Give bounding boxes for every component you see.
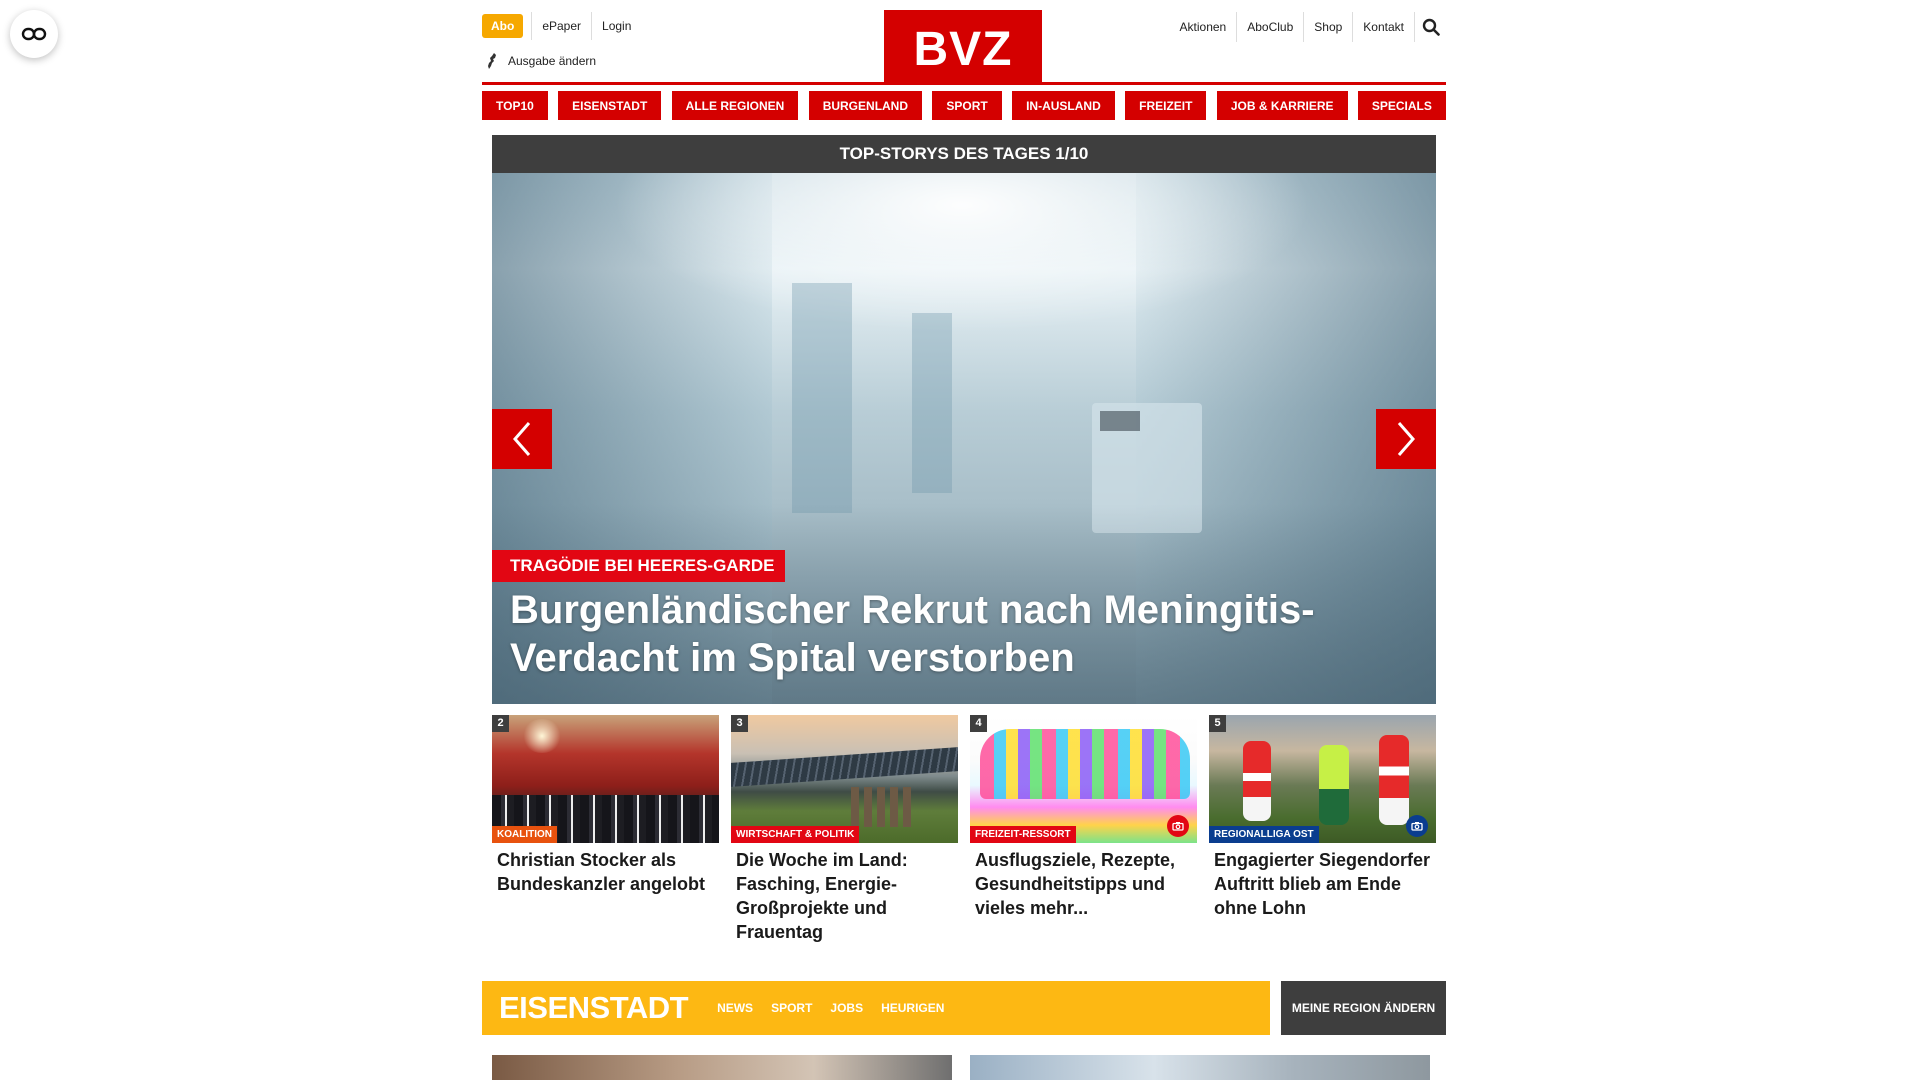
camera-icon — [1172, 822, 1184, 831]
chevron-right-icon — [1397, 422, 1415, 456]
region-section-header: EISENSTADT NEWS SPORT JOBS HEURIGEN — [482, 981, 1270, 1035]
teaser-headline[interactable]: Christian Stocker als Bundeskanzler ange… — [492, 843, 719, 896]
teaser-image-people — [851, 787, 911, 827]
utility-nav-right: Aktionen AboClub Shop Kontakt — [1170, 12, 1446, 42]
edition-change-link[interactable]: Ausgabe ändern — [486, 52, 596, 70]
region-title[interactable]: EISENSTADT — [482, 990, 708, 1026]
teaser-image[interactable]: 3 WIRTSCHAFT & POLITIK — [731, 715, 958, 843]
epaper-link[interactable]: ePaper — [531, 12, 591, 40]
camera-icon — [1411, 822, 1423, 831]
hero-image-ceiling-light — [612, 173, 1312, 333]
shop-link[interactable]: Shop — [1303, 12, 1352, 42]
teaser-rank: 3 — [731, 715, 748, 732]
teaser-image[interactable]: 5 REGIONALLIGA OST — [1209, 715, 1436, 843]
nav-item-job-karriere[interactable]: JOB & KARRIERE — [1216, 91, 1348, 120]
story-teaser[interactable]: 3 WIRTSCHAFT & POLITIK Die Woche im Land… — [731, 715, 958, 944]
search-button[interactable] — [1414, 12, 1446, 42]
teaser-image-player — [1319, 745, 1349, 825]
accessibility-icon — [21, 27, 47, 41]
gallery-badge — [1167, 815, 1189, 837]
story-teaser[interactable]: 5 REGIONALLIGA OST Engagierter Siegendor… — [1209, 715, 1436, 944]
teaser-image[interactable]: 2 KOALITION — [492, 715, 719, 843]
kontakt-link[interactable]: Kontakt — [1352, 12, 1414, 42]
gallery-badge — [1406, 815, 1428, 837]
story-teaser-row: 2 KOALITION Christian Stocker als Bundes… — [492, 715, 1436, 944]
hero-image-door — [912, 313, 952, 493]
teaser-kicker: WIRTSCHAFT & POLITIK — [731, 826, 860, 843]
aktionen-link[interactable]: Aktionen — [1170, 12, 1237, 42]
hero-headline[interactable]: Burgenländischer Rekrut nach Meningitis-… — [510, 586, 1430, 682]
hero-image-door — [792, 283, 852, 513]
page-wrapper: Abo ePaper Login Ausgabe ändern BVZ Akti… — [482, 0, 1446, 1080]
accessibility-button[interactable] — [10, 10, 58, 58]
story-teaser[interactable]: 2 KOALITION Christian Stocker als Bundes… — [492, 715, 719, 944]
burgenland-map-icon — [488, 53, 496, 69]
region-story-image[interactable] — [492, 1055, 952, 1080]
teaser-headline[interactable]: Die Woche im Land: Fasching, Energie-Gro… — [731, 843, 958, 944]
region-link-news[interactable]: NEWS — [708, 1001, 762, 1015]
teaser-image-player — [1243, 741, 1271, 821]
teaser-image-player — [1379, 735, 1409, 825]
hero-story-image[interactable]: TRAGÖDIE BEI HEERES-GARDE Burgenländisch… — [492, 173, 1436, 704]
carousel-title: TOP-STORYS DES TAGES 1/10 — [492, 135, 1436, 173]
nav-item-alle-regionen[interactable]: ALLE REGIONEN — [671, 91, 799, 120]
carousel-prev-button[interactable] — [492, 409, 552, 469]
teaser-kicker: REGIONALLIGA OST — [1209, 826, 1319, 843]
teaser-headline[interactable]: Engagierter Siegendorfer Auftritt blieb … — [1209, 843, 1436, 920]
teaser-headline[interactable]: Ausflugsziele, Rezepte, Gesundheitstipps… — [970, 843, 1197, 920]
nav-item-eisenstadt[interactable]: EISENSTADT — [558, 91, 662, 120]
story-teaser[interactable]: 4 FREIZEIT-RESSORT Ausflugsziele, Rezept… — [970, 715, 1197, 944]
teaser-image-colorful-figures — [980, 729, 1190, 799]
teaser-kicker: FREIZEIT-RESSORT — [970, 826, 1076, 843]
aboclub-link[interactable]: AboClub — [1236, 12, 1303, 42]
header-divider — [482, 82, 1446, 85]
carousel-next-button[interactable] — [1376, 409, 1436, 469]
site-header: Abo ePaper Login Ausgabe ändern BVZ Akti… — [482, 0, 1446, 88]
teaser-image[interactable]: 4 FREIZEIT-RESSORT — [970, 715, 1197, 843]
search-icon — [1422, 18, 1440, 36]
region-link-sport[interactable]: SPORT — [762, 1001, 821, 1015]
login-link[interactable]: Login — [591, 12, 641, 40]
nav-item-top10[interactable]: TOP10 — [482, 91, 548, 120]
teaser-image-chandelier — [522, 719, 562, 753]
nav-item-specials[interactable]: SPECIALS — [1357, 91, 1446, 120]
edition-change-label: Ausgabe ändern — [508, 54, 597, 68]
utility-nav-left: Abo ePaper Login — [482, 12, 641, 40]
bvz-logo[interactable]: BVZ — [884, 10, 1042, 84]
hero-image-monitor — [1100, 411, 1140, 431]
hero-kicker[interactable]: TRAGÖDIE BEI HEERES-GARDE — [492, 550, 786, 582]
nav-item-freizeit[interactable]: FREIZEIT — [1125, 91, 1207, 120]
main-navigation: TOP10 EISENSTADT ALLE REGIONEN BURGENLAN… — [482, 91, 1446, 120]
nav-item-in-ausland[interactable]: IN-AUSLAND — [1012, 91, 1115, 120]
nav-item-sport[interactable]: SPORT — [932, 91, 1002, 120]
chevron-left-icon — [513, 422, 531, 456]
teaser-kicker: KOALITION — [492, 826, 557, 843]
abo-button[interactable]: Abo — [482, 14, 524, 38]
teaser-rank: 4 — [970, 715, 987, 732]
teaser-rank: 5 — [1209, 715, 1226, 732]
nav-item-burgenland[interactable]: BURGENLAND — [808, 91, 923, 120]
teaser-image-solar-panels — [731, 747, 958, 787]
top-stories-carousel: TOP-STORYS DES TAGES 1/10 TRAGÖDIE BEI H… — [492, 135, 1436, 704]
region-link-jobs[interactable]: JOBS — [821, 1001, 872, 1015]
teaser-rank: 2 — [492, 715, 509, 732]
region-story-image[interactable] — [970, 1055, 1430, 1080]
region-link-heurigen[interactable]: HEURIGEN — [872, 1001, 953, 1015]
change-region-button[interactable]: MEINE REGION ÄNDERN — [1281, 981, 1446, 1035]
